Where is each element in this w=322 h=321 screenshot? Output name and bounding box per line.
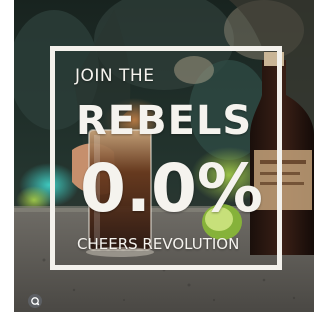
- headline-zero-percent: 0.0%: [80, 150, 264, 227]
- headline-join-the: JOIN THE: [75, 66, 155, 86]
- headline-rebels: REBELS: [76, 98, 253, 144]
- headline-cheers-revolution: CHEERS REVOLUTION: [77, 235, 240, 253]
- image-viewer: JOIN THE REBELS 0.0% CHEERS REVOLUTION: [0, 0, 322, 321]
- google-lens-icon[interactable]: [28, 294, 42, 308]
